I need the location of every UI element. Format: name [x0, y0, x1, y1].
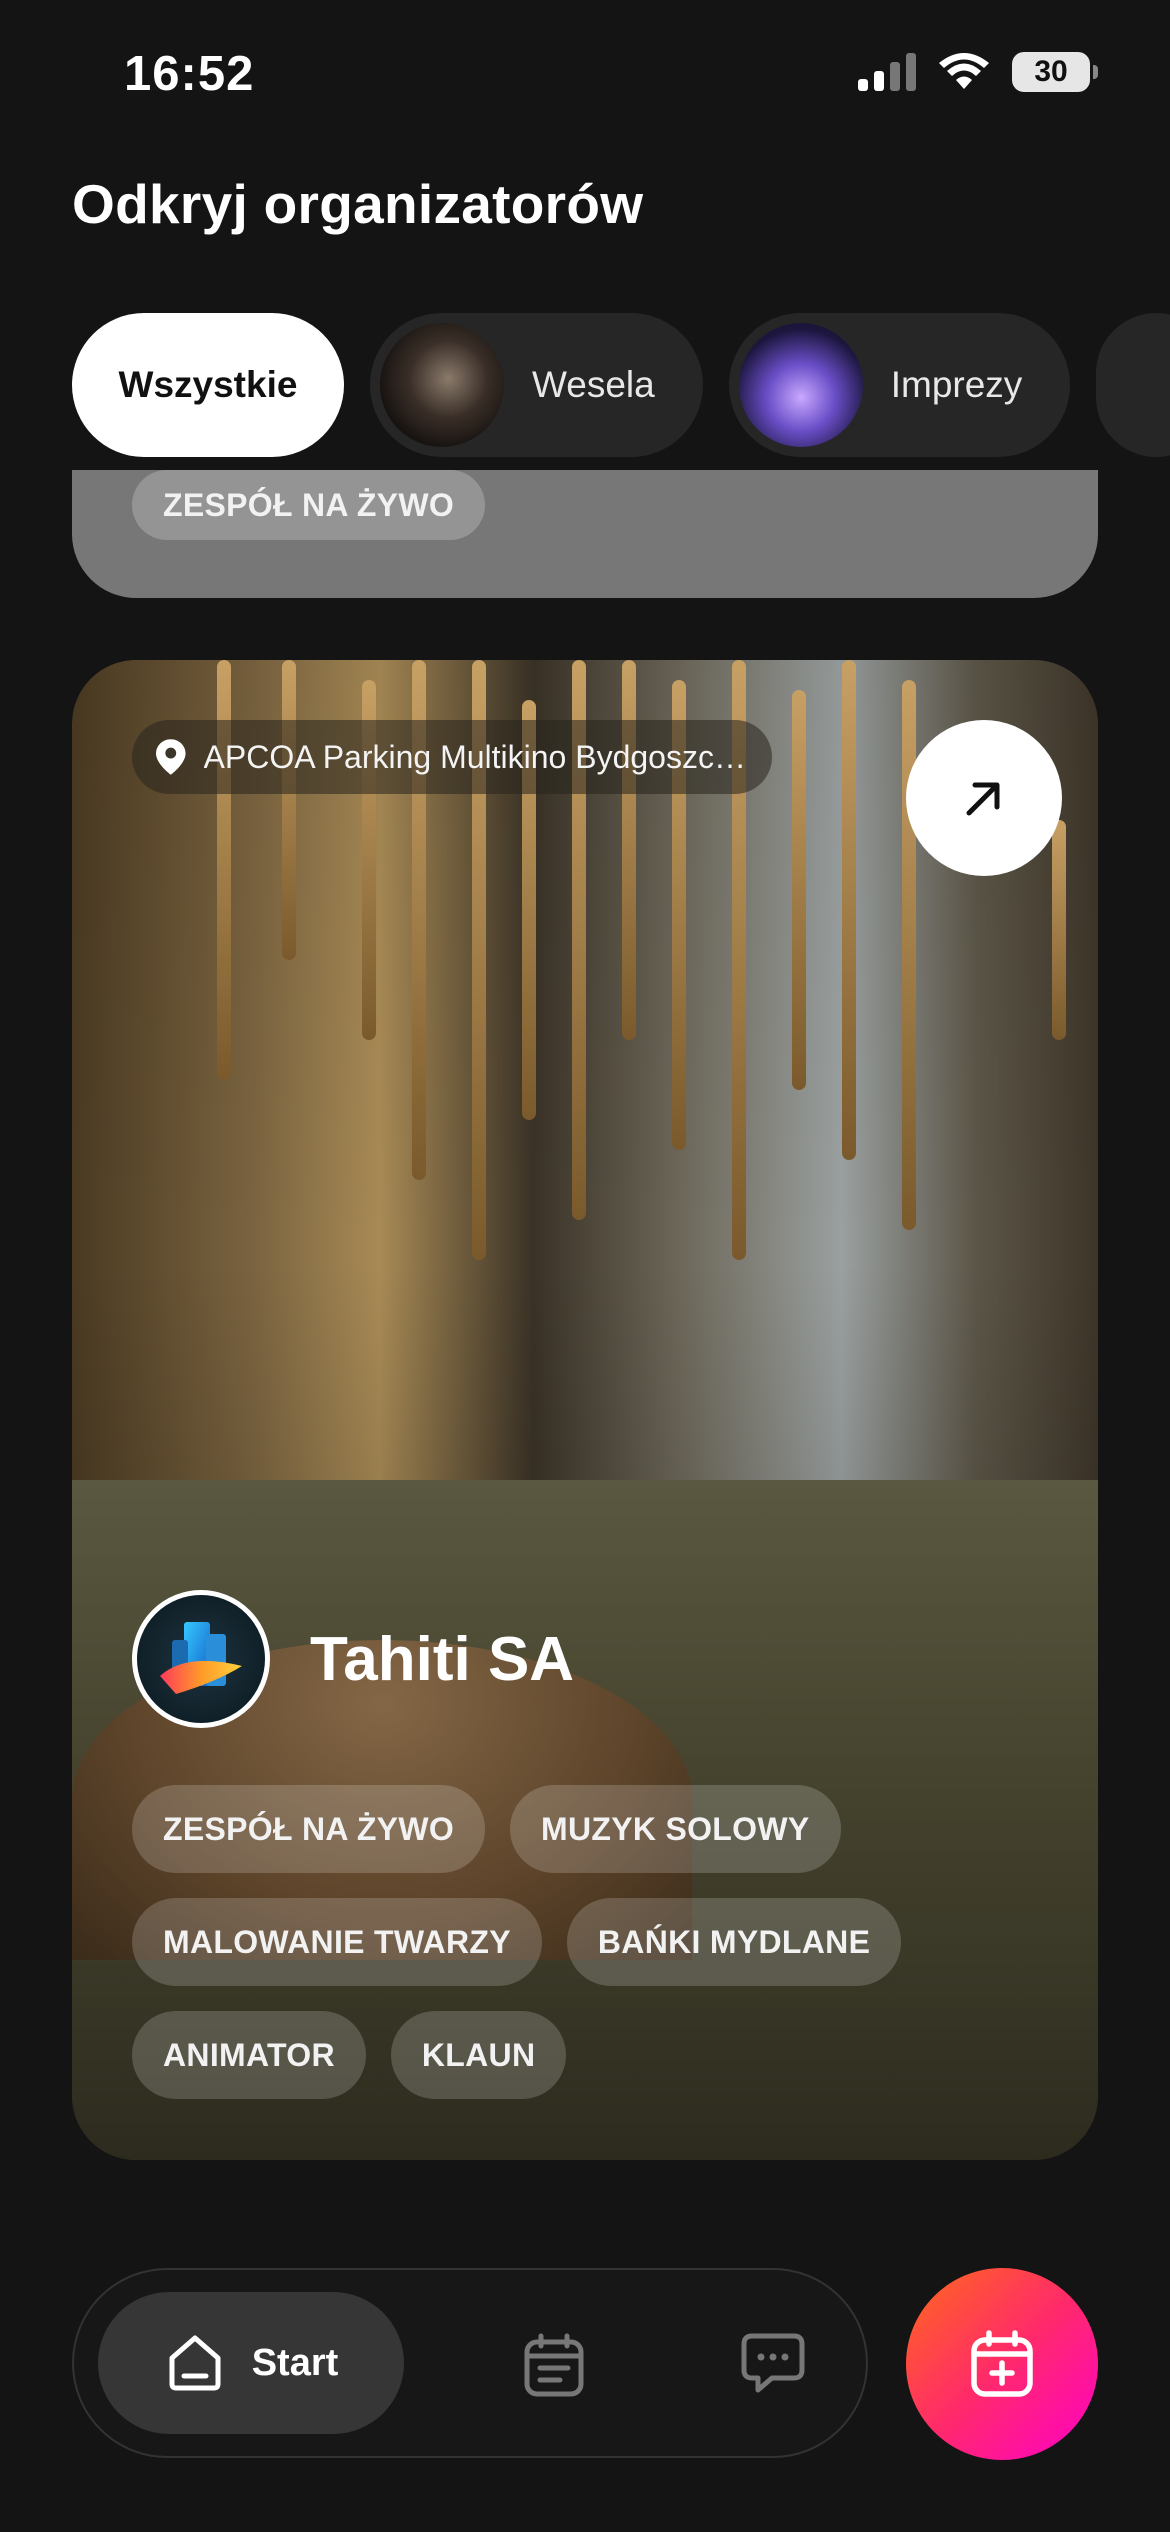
calendar-plus-icon	[971, 2330, 1033, 2397]
nav-calendar-tab[interactable]	[522, 2332, 586, 2403]
nav-start-tab[interactable]: Start	[98, 2292, 404, 2434]
service-tag: MUZYK SOLOWY	[510, 1785, 841, 1873]
nav-start-label: Start	[251, 2341, 339, 2384]
category-chip-weddings[interactable]: Wesela	[370, 313, 703, 457]
service-tag: ZESPÓŁ NA ŻYWO	[132, 1785, 486, 1873]
nav-messages-tab[interactable]	[740, 2332, 806, 2399]
category-label: Wesela	[532, 364, 655, 405]
bottom-navigation: Start	[72, 2268, 868, 2458]
home-icon	[169, 2335, 221, 2391]
open-organizer-button[interactable]	[906, 720, 1062, 876]
service-tag: ANIMATOR	[132, 2011, 366, 2099]
chat-bubble-icon	[741, 2333, 805, 2393]
organizer-logo	[132, 1590, 270, 1728]
page-title: Odkryj organizatorów	[72, 173, 644, 235]
service-tags: ZESPÓŁ NA ŻYWO MUZYK SOLOWY MALOWANIE TW…	[132, 1785, 1052, 2099]
category-filter: Wszystkie Wesela Imprezy	[72, 313, 1170, 457]
location-pin-icon	[156, 739, 186, 775]
service-tag: ZESPÓŁ NA ŻYWO	[132, 470, 486, 540]
organizer-name: Tahiti SA	[310, 1624, 575, 1694]
category-chip-parties[interactable]: Imprezy	[728, 313, 1071, 457]
building-logo-icon	[160, 1622, 242, 1694]
service-tag: MALOWANIE TWARZY	[132, 1898, 542, 1986]
battery-indicator: 30	[1012, 52, 1098, 92]
service-tag: BAŃKI MYDLANE	[566, 1898, 902, 1986]
parties-thumbnail	[738, 323, 863, 447]
category-label: Wszystkie	[118, 364, 298, 405]
organizer-card[interactable]: APCOA Parking Multikino Bydgoszcz... Tah…	[72, 660, 1098, 2160]
battery-level: 30	[1034, 55, 1068, 88]
category-label: Imprezy	[890, 364, 1023, 405]
arrow-up-right-icon	[966, 782, 1000, 816]
weddings-thumbnail	[380, 323, 504, 447]
category-chip-more[interactable]	[1096, 313, 1170, 457]
category-chip-all[interactable]: Wszystkie	[72, 313, 344, 457]
service-tag: KLAUN	[390, 2011, 567, 2099]
calendar-list-icon	[524, 2333, 584, 2397]
previous-organizer-card[interactable]: ZESPÓŁ NA ŻYWO	[72, 470, 1098, 598]
status-icons: 30	[858, 52, 1098, 92]
organizer-header: Tahiti SA	[132, 1590, 574, 1728]
add-event-button[interactable]	[906, 2268, 1098, 2460]
location-text: APCOA Parking Multikino Bydgoszcz...	[203, 738, 748, 775]
signal-icon	[858, 53, 916, 91]
wifi-icon	[939, 53, 989, 89]
location-pill: APCOA Parking Multikino Bydgoszcz...	[132, 720, 772, 794]
status-time: 16:52	[124, 47, 255, 101]
